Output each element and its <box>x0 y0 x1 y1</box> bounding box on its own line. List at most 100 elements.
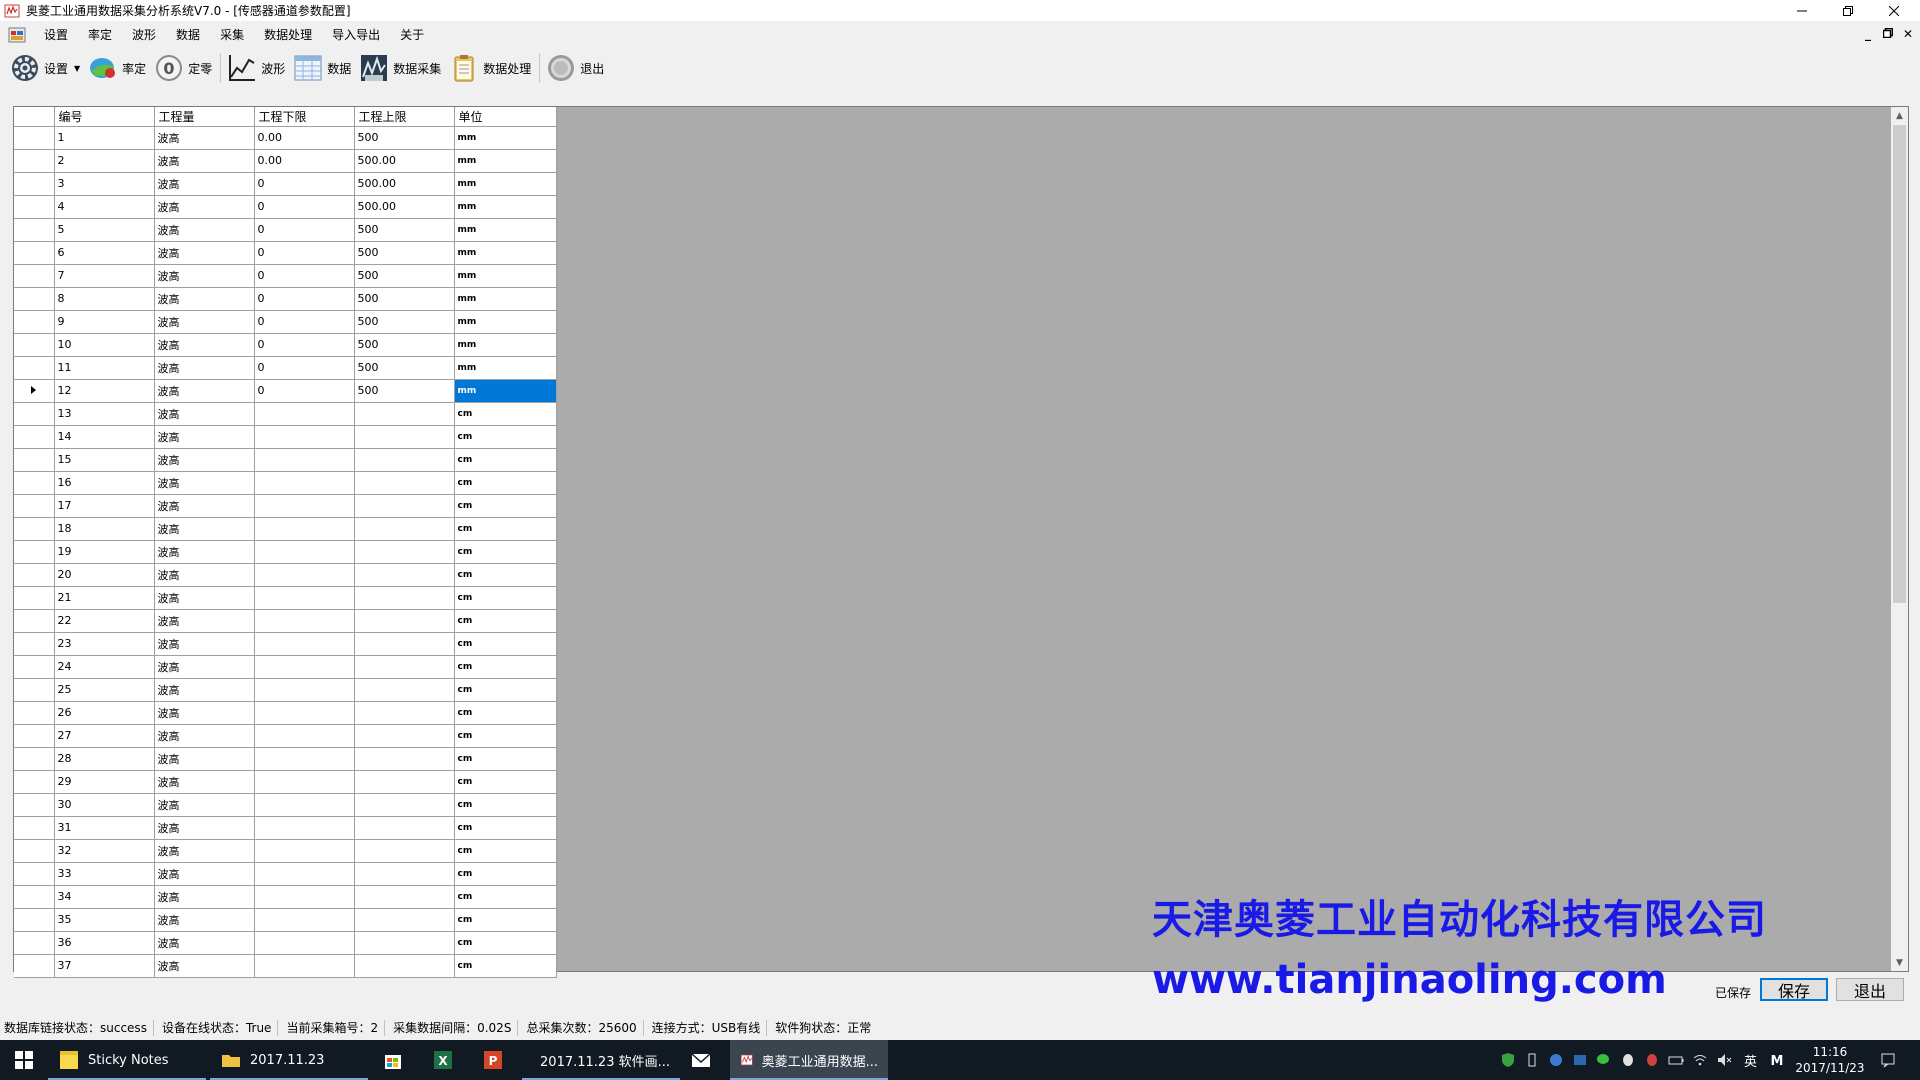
table-row[interactable]: 5 波高 0 500 mm <box>14 218 557 242</box>
exit-button[interactable]: 退出 <box>1836 978 1904 1001</box>
cell-lower-limit[interactable] <box>254 793 355 817</box>
cell-upper-limit[interactable]: 500 <box>354 241 455 265</box>
cell-id[interactable]: 33 <box>54 862 155 886</box>
row-header[interactable] <box>14 333 55 357</box>
cell-id[interactable]: 16 <box>54 471 155 495</box>
cell-quantity[interactable]: 波高 <box>154 655 255 679</box>
table-row[interactable]: 14 波高 cm <box>14 425 557 449</box>
column-header-upper-limit[interactable]: 工程上限 <box>354 107 455 127</box>
cell-unit[interactable]: cm <box>454 402 557 426</box>
cell-quantity[interactable]: 波高 <box>154 264 255 288</box>
table-row[interactable]: 6 波高 0 500 mm <box>14 241 557 265</box>
row-header-corner[interactable] <box>14 107 55 127</box>
column-header-quantity[interactable]: 工程量 <box>154 107 255 127</box>
cell-lower-limit[interactable]: 0 <box>254 172 355 196</box>
cell-upper-limit[interactable] <box>354 609 455 633</box>
cell-unit[interactable]: cm <box>454 954 557 978</box>
table-row[interactable]: 26 波高 cm <box>14 701 557 725</box>
cell-lower-limit[interactable] <box>254 448 355 472</box>
row-header[interactable] <box>14 908 55 932</box>
table-row[interactable]: 35 波高 cm <box>14 908 557 932</box>
cell-lower-limit[interactable] <box>254 471 355 495</box>
cell-quantity[interactable]: 波高 <box>154 862 255 886</box>
cell-id[interactable]: 2 <box>54 149 155 173</box>
cell-lower-limit[interactable] <box>254 517 355 541</box>
battery-icon[interactable] <box>1668 1052 1684 1068</box>
minimize-button[interactable] <box>1780 0 1824 21</box>
column-header-lower-limit[interactable]: 工程下限 <box>254 107 355 127</box>
cell-id[interactable]: 31 <box>54 816 155 840</box>
cell-upper-limit[interactable] <box>354 862 455 886</box>
usb-icon[interactable] <box>1524 1052 1540 1068</box>
menu-acquire[interactable]: 采集 <box>210 24 254 46</box>
table-row[interactable]: 17 波高 cm <box>14 494 557 518</box>
cell-id[interactable]: 35 <box>54 908 155 932</box>
row-header[interactable] <box>14 724 55 748</box>
cell-lower-limit[interactable] <box>254 678 355 702</box>
scroll-thumb[interactable] <box>1893 125 1906 603</box>
menu-data[interactable]: 数据 <box>166 24 210 46</box>
cell-quantity[interactable]: 波高 <box>154 379 255 403</box>
table-row[interactable]: 15 波高 cm <box>14 448 557 472</box>
cell-id[interactable]: 13 <box>54 402 155 426</box>
cell-quantity[interactable]: 波高 <box>154 747 255 771</box>
taskbar-excel[interactable]: X <box>422 1040 472 1080</box>
cell-upper-limit[interactable] <box>354 632 455 656</box>
cell-quantity[interactable]: 波高 <box>154 793 255 817</box>
cell-id[interactable]: 12 <box>54 379 155 403</box>
row-header[interactable] <box>14 494 55 518</box>
row-header[interactable] <box>14 448 55 472</box>
cell-lower-limit[interactable] <box>254 747 355 771</box>
cell-id[interactable]: 37 <box>54 954 155 978</box>
mdi-restore-button[interactable] <box>1880 27 1896 41</box>
cell-id[interactable]: 30 <box>54 793 155 817</box>
row-header[interactable] <box>14 747 55 771</box>
row-header[interactable] <box>14 770 55 794</box>
cell-lower-limit[interactable] <box>254 402 355 426</box>
cell-upper-limit[interactable] <box>354 747 455 771</box>
cell-unit[interactable]: cm <box>454 885 557 909</box>
table-row[interactable]: 36 波高 cm <box>14 931 557 955</box>
cell-lower-limit[interactable]: 0 <box>254 356 355 380</box>
cell-unit[interactable]: mm <box>454 379 557 403</box>
cell-lower-limit[interactable] <box>254 885 355 909</box>
menu-about[interactable]: 关于 <box>390 24 434 46</box>
cell-unit[interactable]: mm <box>454 356 557 380</box>
cell-upper-limit[interactable]: 500 <box>354 126 455 150</box>
cell-upper-limit[interactable]: 500 <box>354 264 455 288</box>
cell-id[interactable]: 8 <box>54 287 155 311</box>
table-row[interactable]: 31 波高 cm <box>14 816 557 840</box>
row-header[interactable] <box>14 540 55 564</box>
cell-quantity[interactable]: 波高 <box>154 402 255 426</box>
table-row[interactable]: 10 波高 0 500 mm <box>14 333 557 357</box>
cell-upper-limit[interactable] <box>354 563 455 587</box>
cell-upper-limit[interactable] <box>354 517 455 541</box>
cell-quantity[interactable]: 波高 <box>154 517 255 541</box>
cell-upper-limit[interactable] <box>354 724 455 748</box>
table-row[interactable]: 18 波高 cm <box>14 517 557 541</box>
cell-unit[interactable]: mm <box>454 218 557 242</box>
cell-quantity[interactable]: 波高 <box>154 632 255 656</box>
cell-unit[interactable]: cm <box>454 862 557 886</box>
cell-unit[interactable]: cm <box>454 517 557 541</box>
table-row[interactable]: 25 波高 cm <box>14 678 557 702</box>
row-header[interactable] <box>14 586 55 610</box>
cell-upper-limit[interactable] <box>354 655 455 679</box>
scroll-down-button[interactable]: ▼ <box>1891 954 1908 971</box>
cell-upper-limit[interactable]: 500 <box>354 356 455 380</box>
cell-quantity[interactable]: 波高 <box>154 540 255 564</box>
cell-lower-limit[interactable] <box>254 586 355 610</box>
table-row[interactable]: 21 波高 cm <box>14 586 557 610</box>
cell-lower-limit[interactable]: 0.00 <box>254 126 355 150</box>
taskbar-store[interactable] <box>372 1040 422 1080</box>
cell-quantity[interactable]: 波高 <box>154 126 255 150</box>
cell-id[interactable]: 22 <box>54 609 155 633</box>
cell-quantity[interactable]: 波高 <box>154 149 255 173</box>
cell-upper-limit[interactable] <box>354 793 455 817</box>
cell-upper-limit[interactable] <box>354 885 455 909</box>
m-app-icon[interactable]: M <box>1769 1052 1785 1068</box>
menu-import-export[interactable]: 导入导出 <box>322 24 390 46</box>
row-header[interactable] <box>14 931 55 955</box>
process-button[interactable]: 数据处理 <box>449 50 531 86</box>
cell-lower-limit[interactable] <box>254 609 355 633</box>
